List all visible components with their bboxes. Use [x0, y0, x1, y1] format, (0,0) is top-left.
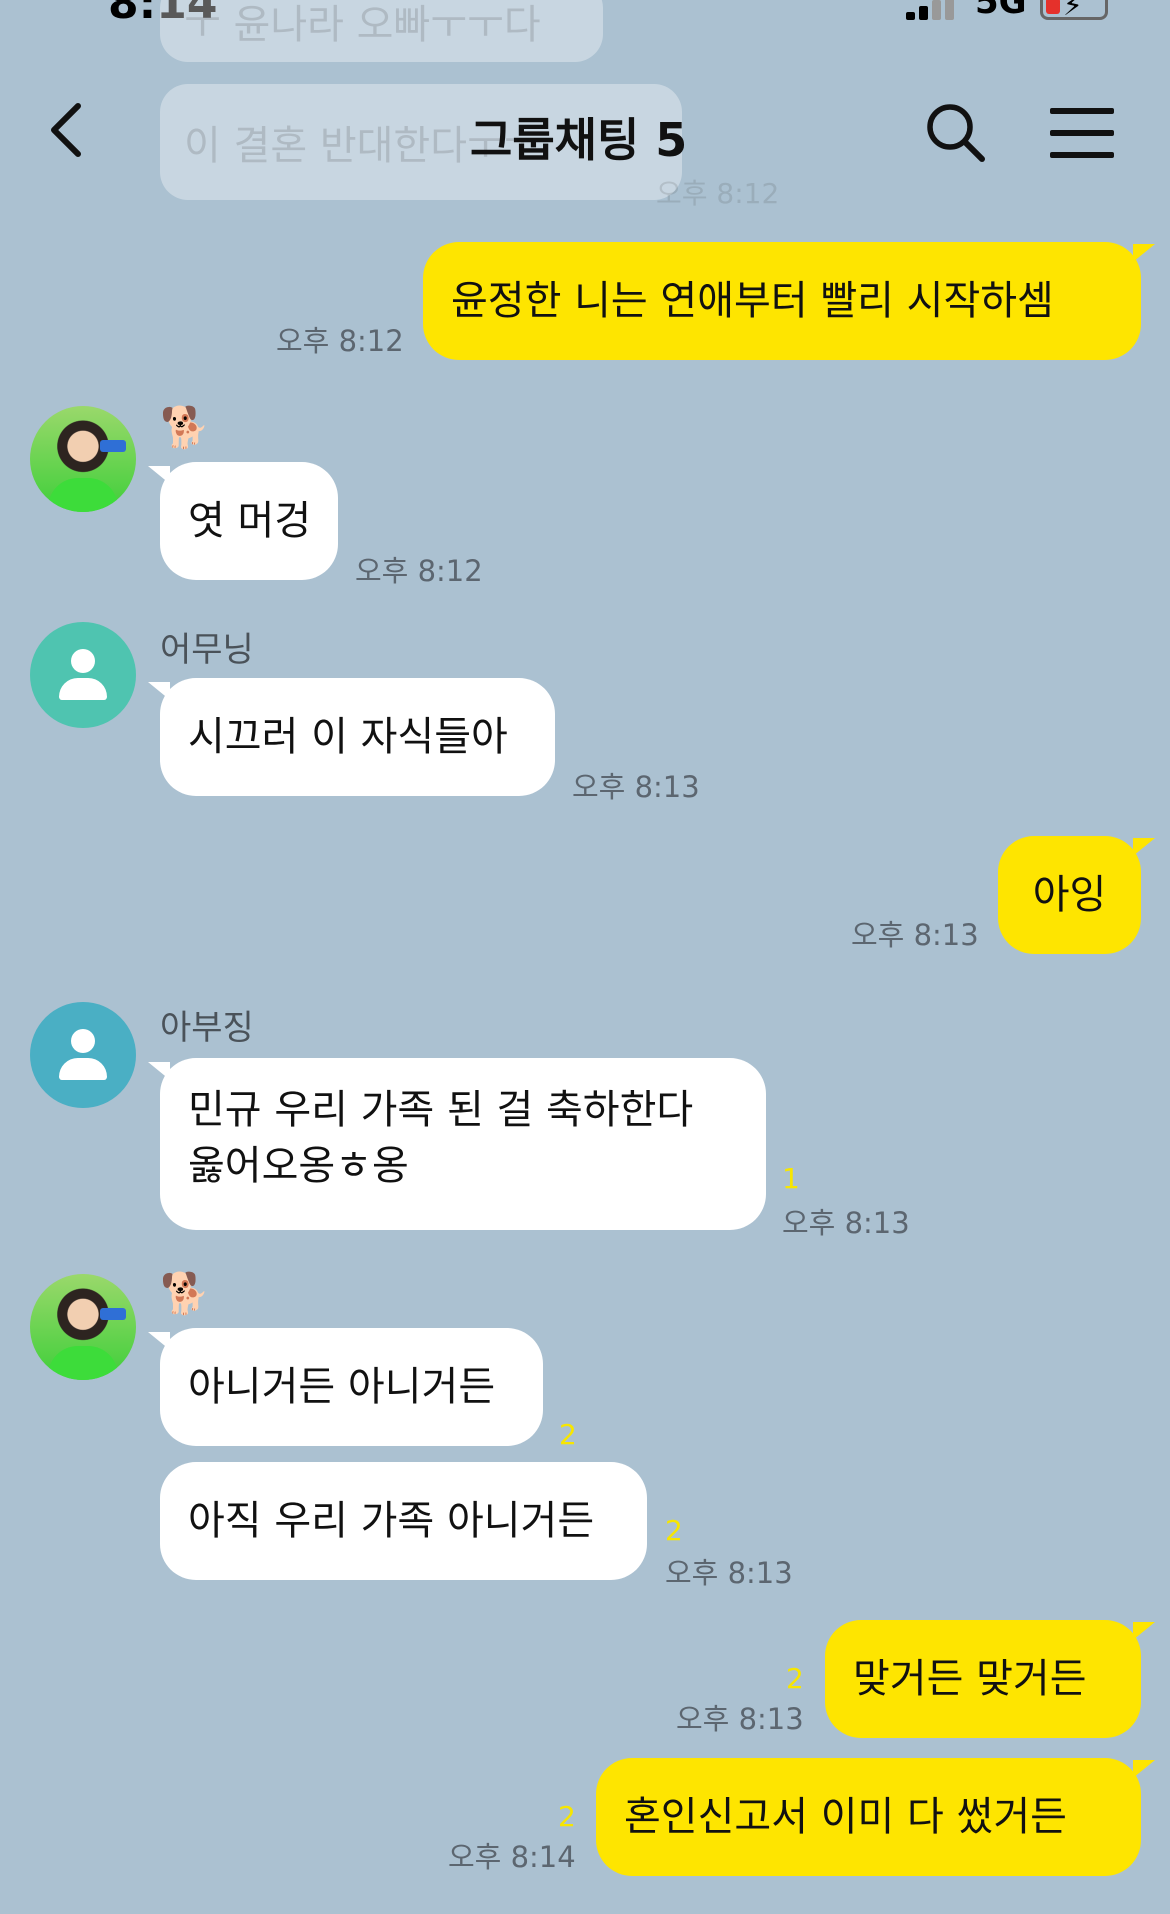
- faded-bubble: ㅜ 윤나라 오빠ㅜㅜ다: [160, 0, 603, 62]
- bubble-tail: [148, 466, 170, 484]
- message-time: 오후 8:14: [448, 1840, 576, 1874]
- avatar[interactable]: [30, 1274, 136, 1380]
- back-arrow-icon[interactable]: [40, 100, 100, 160]
- sender-name: 🐕: [160, 405, 210, 451]
- battery-icon: ⚡: [1040, 0, 1108, 22]
- message-time: 오후 8:12: [276, 324, 404, 358]
- bubble-tail: [1133, 1622, 1155, 1640]
- bubble-tail: [148, 1062, 170, 1080]
- my-message-bubble[interactable]: 아잉: [998, 836, 1141, 954]
- unread-count: 2: [559, 1418, 577, 1451]
- message-bubble[interactable]: 엿 머겅: [160, 462, 338, 580]
- message-time: 오후 8:13: [782, 1206, 910, 1240]
- menu-icon[interactable]: [1050, 108, 1114, 158]
- avatar[interactable]: [30, 406, 136, 512]
- message-bubble[interactable]: 아직 우리 가족 아니거든: [160, 1462, 647, 1580]
- bubble-tail: [148, 1332, 170, 1350]
- sender-name: 어무닝: [160, 630, 254, 670]
- unread-count: 2: [558, 1800, 576, 1833]
- unread-count: 2: [786, 1662, 804, 1695]
- network-label: 5G: [975, 0, 1027, 22]
- bubble-tail: [148, 682, 170, 700]
- message-bubble[interactable]: 아니거든 아니거든: [160, 1328, 543, 1446]
- chat-title: 그룹채팅 5: [470, 113, 688, 167]
- unread-count: 1: [782, 1162, 800, 1195]
- signal-icon: [906, 0, 956, 20]
- avatar[interactable]: [30, 1002, 136, 1108]
- message-time: 오후 8:13: [676, 1702, 804, 1736]
- faded-time: 오후 8:12: [656, 177, 780, 210]
- message-time: 오후 8:13: [851, 918, 979, 952]
- bubble-tail: [1133, 1760, 1155, 1778]
- sender-name: 아부징: [160, 1008, 254, 1048]
- bubble-tail: [1133, 244, 1155, 262]
- message-time: 오후 8:13: [572, 770, 700, 804]
- bubble-tail: [1133, 838, 1155, 856]
- message-time: 오후 8:12: [355, 554, 483, 588]
- message-time: 오후 8:13: [665, 1556, 793, 1590]
- my-message-bubble[interactable]: 혼인신고서 이미 다 썼거든: [596, 1758, 1141, 1876]
- avatar[interactable]: [30, 622, 136, 728]
- my-message-bubble[interactable]: 맞거든 맞거든: [825, 1620, 1141, 1738]
- my-message-bubble[interactable]: 윤정한 니는 연애부터 빨리 시작하셈: [423, 242, 1141, 360]
- unread-count: 2: [665, 1514, 683, 1547]
- sender-name: 🐕: [160, 1271, 210, 1317]
- message-bubble[interactable]: 민규 우리 가족 된 걸 축하한다 옳어오옹ㅎ옹: [160, 1058, 766, 1230]
- search-icon[interactable]: [925, 102, 987, 164]
- message-bubble[interactable]: 시끄러 이 자식들아: [160, 678, 555, 796]
